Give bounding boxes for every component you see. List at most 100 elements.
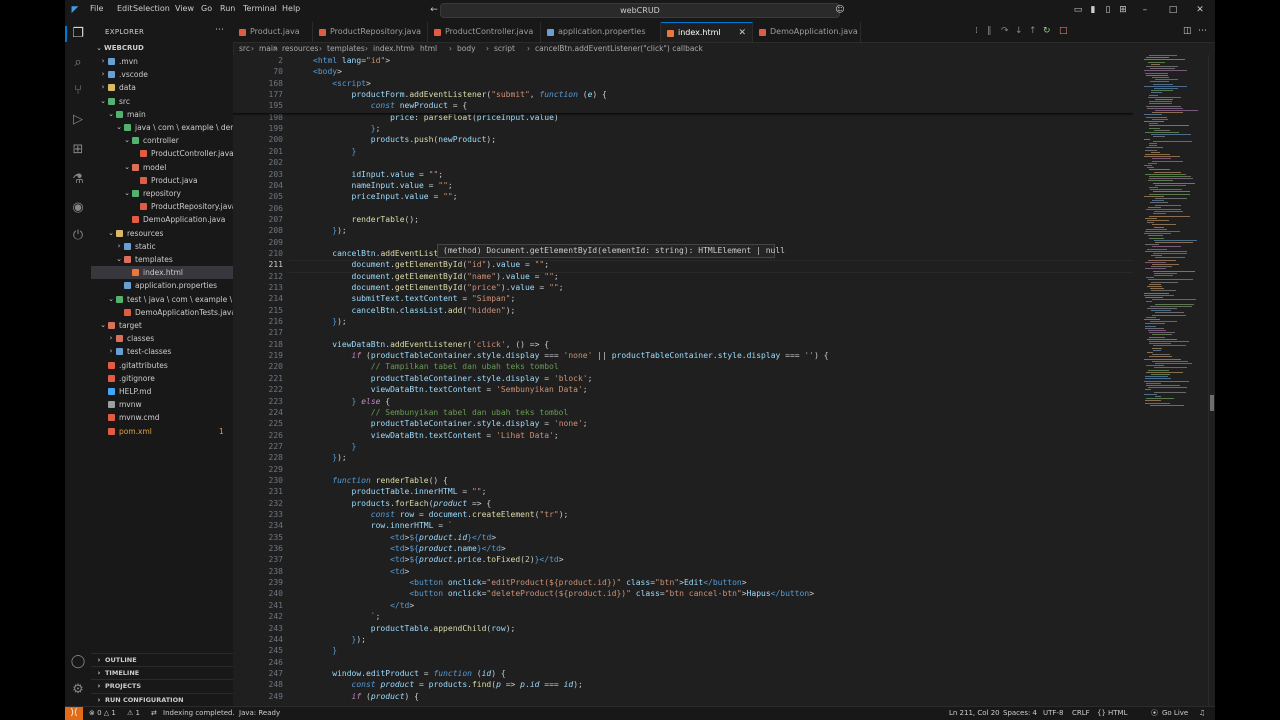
testing-icon[interactable]: ⚗ <box>70 172 86 188</box>
tree-file[interactable]: pom.xml 1 <box>91 425 233 438</box>
tree-file[interactable]: Product.java <box>91 174 233 187</box>
tree-file[interactable]: DemoApplicationTests.java <box>91 306 236 319</box>
golive-status[interactable]: Go Live <box>1162 707 1188 720</box>
stop-icon[interactable]: □ <box>1059 26 1068 36</box>
menu-help[interactable]: Help <box>282 4 300 13</box>
menu-terminal[interactable]: Terminal <box>243 4 277 13</box>
menu-go[interactable]: Go <box>201 4 212 13</box>
manage-gear-icon[interactable]: ⚙ <box>70 682 86 698</box>
section-timeline[interactable]: › TIMELINE <box>91 666 233 680</box>
tree-folder[interactable]: › data <box>91 81 233 94</box>
tree-folder[interactable]: › .vscode <box>91 68 233 81</box>
tree-folder[interactable]: ⌄ model <box>91 161 233 174</box>
section-run-configuration[interactable]: › RUN CONFIGURATION <box>91 692 233 707</box>
toggle-panel-icon[interactable]: ▭ <box>1073 5 1083 15</box>
tree-file[interactable]: .gitignore <box>91 372 233 385</box>
remote-explorer-icon[interactable]: ◉ <box>70 200 86 216</box>
tab-productrepository-java[interactable]: ProductRepository.java <box>313 22 428 42</box>
toggle-secondary-sidebar-icon[interactable]: ▯ <box>1103 5 1113 15</box>
step-into-icon[interactable]: ↓ <box>1015 26 1023 36</box>
tree-file[interactable]: ProductRepository.java <box>91 200 236 213</box>
tree-file[interactable]: mvnw.cmd <box>91 411 233 424</box>
vertical-scrollbar[interactable] <box>1208 55 1215 706</box>
tab-productcontroller-java[interactable]: ProductController.java <box>428 22 541 42</box>
notifications-bell-icon[interactable]: ♫ <box>1199 707 1205 720</box>
minimize-icon[interactable]: – <box>1140 5 1150 15</box>
code-editor[interactable]: 2 <html lang="id"> 70 <body> 168 <script> 177… <box>233 55 1133 706</box>
command-center-search[interactable]: webCRUD <box>440 3 840 18</box>
tree-folder[interactable]: ⌄ repository <box>91 187 233 200</box>
tree-file[interactable]: application.properties <box>91 279 233 292</box>
language-mode[interactable]: HTML <box>1108 707 1127 720</box>
cursor-position[interactable]: Ln 211, Col 20 <box>949 707 1000 720</box>
close-tab-icon[interactable]: ✕ <box>738 23 746 43</box>
eol-status[interactable]: CRLF <box>1072 707 1090 720</box>
scrollbar-thumb[interactable] <box>1210 395 1214 411</box>
section-projects[interactable]: › PROJECTS <box>91 679 233 693</box>
breadcrumb-item[interactable]: src <box>239 42 250 55</box>
tree-folder[interactable]: ⌄ java \ com \ example \ demo <box>91 121 242 134</box>
tree-folder[interactable]: ⌄ src <box>91 95 233 108</box>
remote-indicator-icon[interactable]: ⟩⟨ <box>65 707 83 720</box>
pause-icon[interactable]: ‖ <box>987 26 992 36</box>
drag-handle-icon[interactable]: ⁞ <box>975 26 978 36</box>
menu-file[interactable]: File <box>90 4 103 13</box>
tree-file[interactable]: DemoApplication.java <box>91 213 233 226</box>
breadcrumb-item[interactable]: index.html <box>373 42 413 55</box>
tree-file[interactable]: .gitattributes <box>91 359 233 372</box>
tree-folder[interactable]: ⌄ test \ java \ com \ example \ demo <box>91 293 256 306</box>
copilot-icon[interactable]: ☺ <box>835 5 845 15</box>
tree-file[interactable]: mvnw <box>91 398 233 411</box>
split-editor-icon[interactable]: ◫ <box>1183 26 1192 36</box>
minimap[interactable] <box>1140 55 1210 415</box>
editor-more-icon[interactable]: ⋯ <box>1198 26 1207 36</box>
tree-file[interactable]: ProductController.java <box>91 147 234 160</box>
nav-back-icon[interactable]: ← <box>429 5 439 15</box>
tab-demoapplication-java[interactable]: DemoApplication.java <box>753 22 861 42</box>
tree-folder[interactable]: › test-classes <box>91 345 233 358</box>
tree-file[interactable]: HELP.md <box>91 385 233 398</box>
menu-run[interactable]: Run <box>220 4 235 13</box>
maximize-icon[interactable]: □ <box>1168 5 1178 15</box>
warnings-status[interactable]: ⚠ 1 <box>127 707 140 720</box>
tab-application-properties[interactable]: application.properties <box>541 22 661 42</box>
customize-layout-icon[interactable]: ⊞ <box>1118 5 1128 15</box>
breadcrumb-item[interactable]: script <box>494 42 515 55</box>
tree-folder[interactable]: ⌄ main <box>91 108 233 121</box>
extensions-icon[interactable]: ⊞ <box>70 142 86 158</box>
breadcrumb-item[interactable]: templates <box>327 42 365 55</box>
step-out-icon[interactable]: ↑ <box>1029 26 1037 36</box>
step-over-icon[interactable]: ↷ <box>1001 26 1009 36</box>
search-icon[interactable]: ⌕ <box>70 55 86 71</box>
tree-folder[interactable]: ⌄ controller <box>91 134 233 147</box>
menu-view[interactable]: View <box>175 4 194 13</box>
explorer-icon[interactable]: ❐ <box>70 26 86 42</box>
section-outline[interactable]: › OUTLINE <box>91 653 233 667</box>
tree-file[interactable]: index.html <box>91 266 233 280</box>
tab-product-java[interactable]: Product.java <box>233 22 313 42</box>
indentation-status[interactable]: Spaces: 4 <box>1003 707 1037 720</box>
tree-folder[interactable]: › classes <box>91 332 233 345</box>
problems-status[interactable]: ⊗ 0 △ 1 <box>89 707 116 720</box>
source-control-icon[interactable]: ⑂ <box>70 83 86 99</box>
tree-folder[interactable]: › static <box>91 240 233 253</box>
breadcrumb-item[interactable]: resources <box>282 42 318 55</box>
restart-icon[interactable]: ↻ <box>1043 26 1051 36</box>
tab-index-html[interactable]: index.html ✕ <box>661 22 753 42</box>
tree-folder[interactable]: › .mvn <box>91 55 233 68</box>
breadcrumb-item[interactable]: cancelBtn.addEventListener("click") call… <box>535 42 703 55</box>
encoding-status[interactable]: UTF-8 <box>1043 707 1063 720</box>
menu-selection[interactable]: Selection <box>133 4 170 13</box>
tree-folder[interactable]: ⌄ resources <box>91 227 233 240</box>
menu-edit[interactable]: Edit <box>117 4 133 13</box>
workspace-root[interactable]: ⌄ WEBCRUD <box>91 42 233 55</box>
tree-folder[interactable]: ⌄ templates <box>91 253 233 266</box>
tree-folder[interactable]: ⌄ target <box>91 319 233 332</box>
explorer-more-icon[interactable]: ⋯ <box>215 25 224 35</box>
spring-boot-icon[interactable]: ⏻ <box>70 228 86 244</box>
toggle-sidebar-icon[interactable]: ▮ <box>1088 5 1098 15</box>
close-window-icon[interactable]: ✕ <box>1195 5 1205 15</box>
breadcrumb-item[interactable]: html <box>420 42 437 55</box>
run-debug-icon[interactable]: ▷ <box>70 112 86 128</box>
java-status[interactable]: Java: Ready <box>239 707 280 720</box>
